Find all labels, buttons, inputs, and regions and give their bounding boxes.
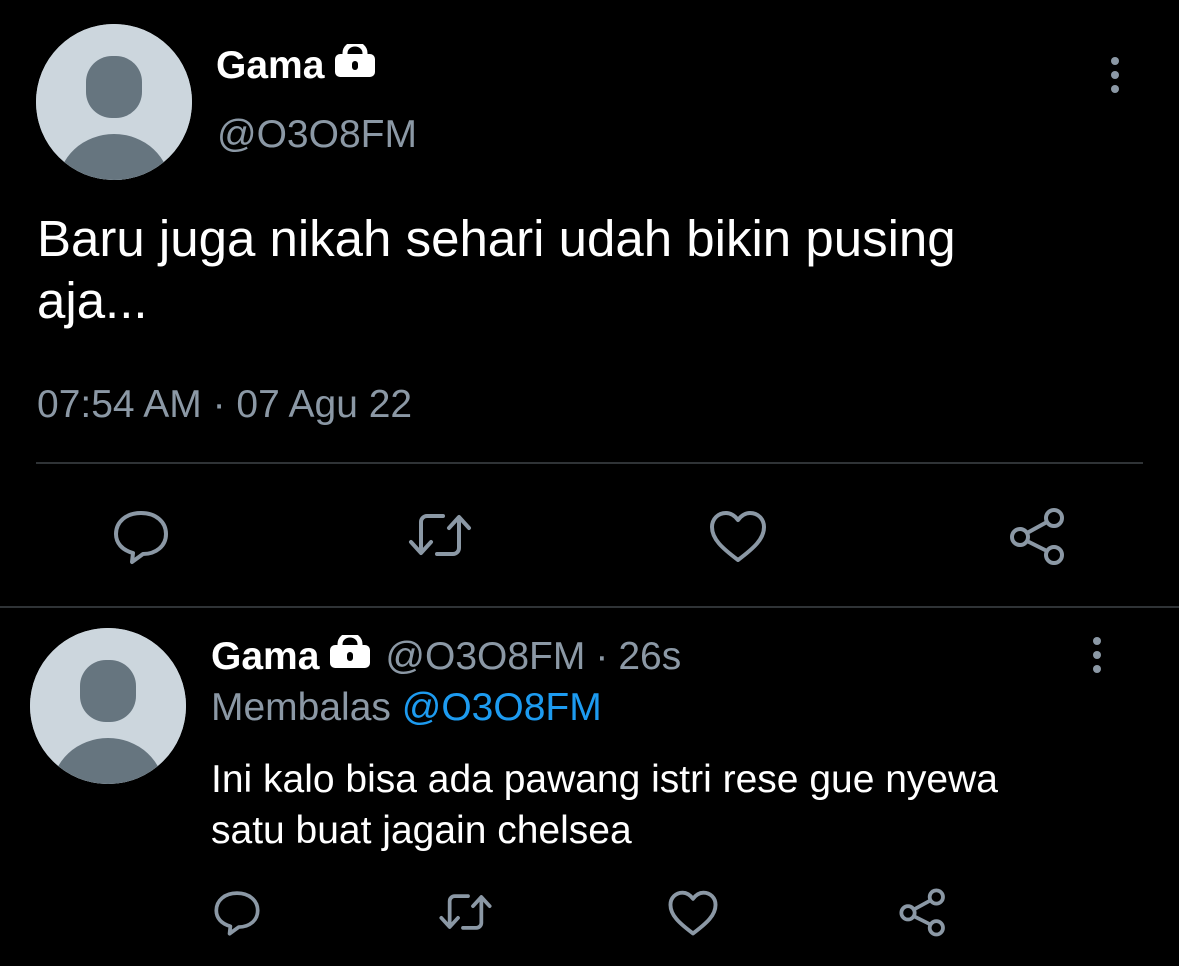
- retweet-icon[interactable]: [438, 891, 493, 933]
- heart-icon[interactable]: [667, 890, 719, 937]
- main-tweet-text-line: Baru juga nikah sehari udah bikin pusing: [37, 210, 956, 267]
- share-icon[interactable]: [898, 887, 948, 937]
- lock-icon: [329, 632, 371, 679]
- main-tweet-text: Baru juga nikah sehari udah bikin pusing…: [37, 208, 1137, 332]
- replying-to-handle[interactable]: @O3O8FM: [402, 686, 602, 729]
- main-timestamp[interactable]: 07:54 AM · 07 Agu 22: [37, 383, 412, 427]
- main-tweet-text-line: aja...: [37, 272, 148, 330]
- reply-age[interactable]: 26s: [618, 635, 681, 679]
- retweet-icon[interactable]: [407, 510, 473, 560]
- replying-to-line: Membalas @O3O8FM: [211, 686, 602, 730]
- heart-icon[interactable]: [708, 510, 768, 564]
- main-author-name-row: Gama: [216, 41, 376, 88]
- share-icon[interactable]: [1008, 506, 1068, 566]
- reply-separator: ·: [595, 635, 609, 678]
- main-handle[interactable]: @O3O8FM: [217, 113, 417, 157]
- reply-handle[interactable]: @O3O8FM: [385, 635, 585, 679]
- more-vertical-icon[interactable]: [1100, 56, 1130, 94]
- reply-tweet-text: Ini kalo bisa ada pawang istri rese gue …: [211, 755, 998, 856]
- replying-label: Membalas: [211, 686, 391, 729]
- reply-tweet-text-line: satu buat jagain chelsea: [211, 808, 632, 852]
- lock-icon: [334, 41, 376, 88]
- main-author-name[interactable]: Gama: [216, 44, 324, 88]
- more-vertical-icon[interactable]: [1082, 636, 1112, 674]
- reply-icon[interactable]: [112, 509, 170, 565]
- reply-tweet-text-line: Ini kalo bisa ada pawang istri rese gue …: [211, 758, 998, 801]
- reply-icon[interactable]: [213, 889, 261, 937]
- main-avatar[interactable]: [36, 24, 192, 180]
- reply-header: Gama @O3O8FM · 26s: [211, 632, 681, 680]
- reply-avatar[interactable]: [30, 628, 186, 784]
- divider: [36, 462, 1143, 464]
- reply-author-name[interactable]: Gama: [211, 635, 319, 679]
- divider: [0, 606, 1179, 608]
